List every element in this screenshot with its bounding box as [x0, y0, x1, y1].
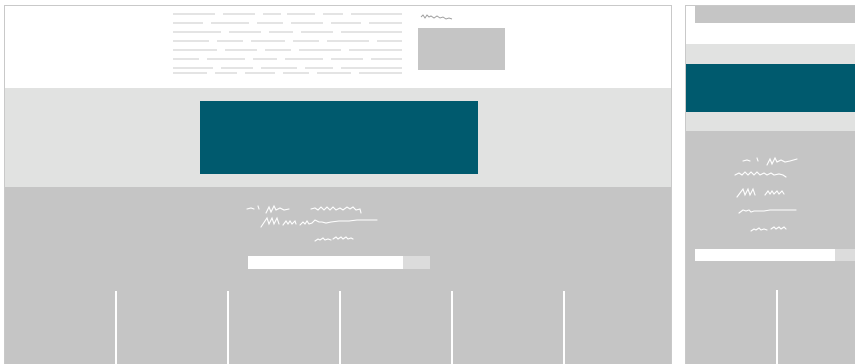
- desktop-column-divider: [115, 291, 117, 364]
- desktop-column-divider: [451, 291, 453, 364]
- mobile-progress-bar: [695, 249, 855, 261]
- desktop-column-divider: [227, 291, 229, 364]
- mobile-column-divider: [776, 290, 778, 364]
- desktop-column-divider: [339, 291, 341, 364]
- desktop-progress-bar: [248, 256, 430, 269]
- mobile-band-bottom: [686, 112, 855, 131]
- desktop-hero: [5, 88, 671, 187]
- mobile-top-bar: [695, 6, 855, 23]
- mobile-hero-banner: [686, 64, 855, 112]
- mobile-band-top: [686, 44, 855, 64]
- wireframe-canvas: [0, 0, 855, 364]
- desktop-header: [5, 6, 671, 88]
- scribble-text-icon: [734, 156, 798, 232]
- desktop-hero-banner: [200, 101, 478, 174]
- desktop-image-placeholder: [418, 28, 505, 70]
- desktop-wireframe: [4, 5, 672, 364]
- desktop-column-divider: [563, 291, 565, 364]
- scribble-text-icon: [246, 204, 378, 242]
- mobile-body: [686, 131, 855, 364]
- mobile-wireframe: [685, 5, 855, 364]
- desktop-text-lines: [173, 13, 402, 74]
- scribble-text-icon: [420, 14, 453, 20]
- desktop-progress-fill: [248, 256, 403, 269]
- mobile-progress-fill: [695, 249, 836, 261]
- desktop-body: [5, 187, 671, 364]
